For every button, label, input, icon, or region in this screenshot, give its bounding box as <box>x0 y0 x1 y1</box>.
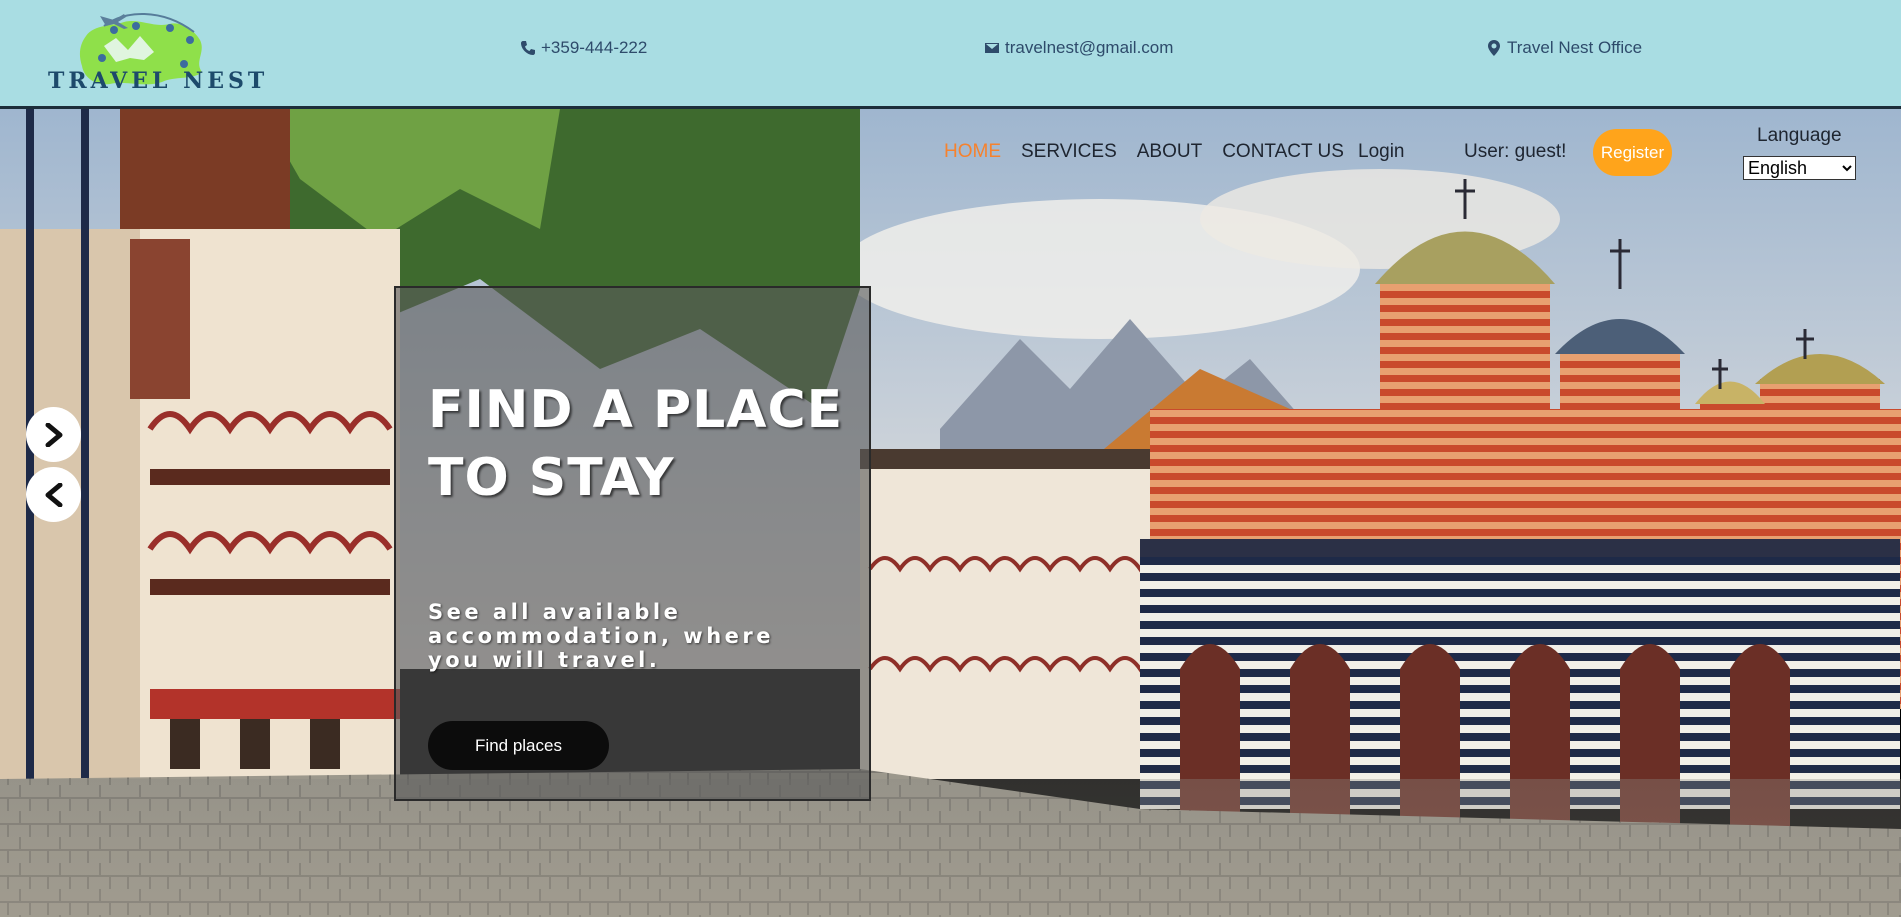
brand-name: TRAVEL NEST <box>48 68 269 94</box>
office-name: Travel Nest Office <box>1507 38 1643 57</box>
login-link[interactable]: Login <box>1358 141 1405 163</box>
contact-phone[interactable]: +359-444-222 <box>520 38 647 58</box>
phone-number: +359-444-222 <box>541 38 648 57</box>
phone-icon <box>521 41 535 55</box>
nav-services[interactable]: SERVICES <box>1021 141 1117 163</box>
top-info-bar: TRAVEL NEST +359-444-222 travelnest@gmai… <box>0 0 1901 109</box>
hero-title-line-2: TO STAY <box>428 448 675 508</box>
brand-logo[interactable]: TRAVEL NEST <box>44 6 264 98</box>
hero-section: FIND A PLACE TO STAY See all available a… <box>0 109 1901 917</box>
email-address: travelnest@gmail.com <box>1005 38 1174 57</box>
nav-contact-us[interactable]: CONTACT US <box>1222 141 1344 163</box>
prev-slide-button[interactable] <box>26 467 81 522</box>
hero-subtitle-line-3: you will travel. <box>428 648 661 672</box>
language-label: Language <box>1757 125 1842 146</box>
nav-home[interactable]: HOME <box>944 141 1001 163</box>
envelope-icon <box>985 43 999 53</box>
hero-subtitle-line-2: accommodation, where <box>428 624 774 648</box>
next-slide-button[interactable] <box>26 407 81 462</box>
hero-title-line-1: FIND A PLACE <box>428 380 844 440</box>
language-select[interactable]: English <box>1743 156 1856 180</box>
nav-about[interactable]: ABOUT <box>1137 141 1202 163</box>
hero-card: FIND A PLACE TO STAY See all available a… <box>394 286 871 801</box>
hero-subtitle-line-1: See all available <box>428 600 682 624</box>
hero-subtitle: See all available accommodation, where y… <box>428 600 858 672</box>
chevron-right-icon <box>45 422 62 447</box>
contact-email[interactable]: travelnest@gmail.com <box>984 38 1173 58</box>
map-marker-icon <box>1488 40 1500 56</box>
chevron-left-icon <box>45 482 62 507</box>
user-status: User: guest! <box>1464 141 1567 162</box>
find-places-button[interactable]: Find places <box>428 721 609 770</box>
hero-title: FIND A PLACE TO STAY <box>428 376 858 512</box>
hero-background-image <box>0 109 1901 917</box>
contact-office[interactable]: Travel Nest Office <box>1486 38 1642 58</box>
register-button[interactable]: Register <box>1593 129 1672 176</box>
main-nav: HOME SERVICES ABOUT CONTACT US <box>944 141 1364 163</box>
